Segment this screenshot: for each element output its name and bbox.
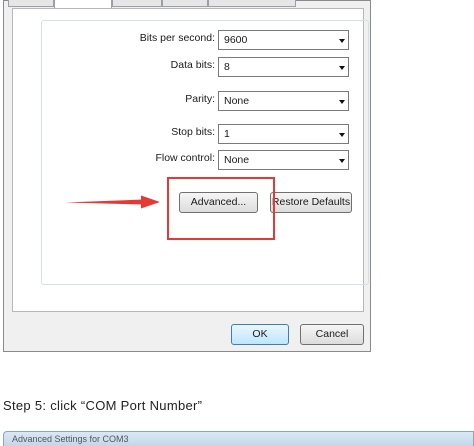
pointer-arrow (65, 195, 160, 209)
stop-bits-row: Stop bits: 1 (13, 124, 373, 144)
chevron-down-icon (339, 66, 345, 70)
chevron-down-icon (339, 133, 345, 137)
cancel-button[interactable]: Cancel (300, 324, 364, 345)
data-bits-select[interactable]: 8 (218, 57, 349, 77)
highlight-box (167, 177, 275, 240)
parity-value: None (224, 95, 250, 107)
port-settings-page: Bits per second: 9600 Data bits: 8 Parit… (12, 8, 369, 312)
flow-control-label: Flow control: (155, 152, 215, 164)
arrow-head (141, 195, 160, 209)
arrow-shaft (65, 199, 143, 205)
bits-per-second-select[interactable]: 9600 (218, 30, 349, 50)
flow-control-row: Flow control: None (13, 150, 373, 170)
tab-power-management[interactable] (208, 0, 296, 7)
bits-per-second-label: Bits per second: (139, 32, 215, 44)
restore-defaults-button[interactable]: Restore Defaults (270, 192, 352, 213)
data-bits-label: Data bits: (170, 59, 215, 71)
tab-driver[interactable] (112, 0, 162, 7)
bits-per-second-row: Bits per second: 9600 (13, 30, 373, 50)
window-title: Advanced Settings for COM3 (12, 434, 129, 444)
port-properties-dialog: Bits per second: 9600 Data bits: 8 Parit… (3, 0, 371, 352)
chevron-down-icon (339, 100, 345, 104)
advanced-settings-window: Advanced Settings for COM3 (3, 431, 474, 446)
bits-per-second-value: 9600 (224, 34, 248, 46)
flow-control-value: None (224, 154, 250, 166)
parity-label: Parity: (185, 93, 215, 105)
ok-button[interactable]: OK (231, 324, 289, 345)
chevron-down-icon (339, 159, 345, 163)
step-instruction: Step 5: click “COM Port Number” (3, 398, 203, 413)
stop-bits-select[interactable]: 1 (218, 124, 349, 144)
tab-general[interactable] (8, 0, 54, 7)
parity-select[interactable]: None (218, 91, 349, 111)
data-bits-value: 8 (224, 61, 230, 73)
flow-control-select[interactable]: None (218, 150, 349, 170)
tab-details[interactable] (162, 0, 208, 7)
chevron-down-icon (339, 39, 345, 43)
stop-bits-value: 1 (224, 128, 230, 140)
stop-bits-label: Stop bits: (171, 126, 215, 138)
parity-row: Parity: None (13, 91, 373, 111)
data-bits-row: Data bits: 8 (13, 57, 373, 77)
